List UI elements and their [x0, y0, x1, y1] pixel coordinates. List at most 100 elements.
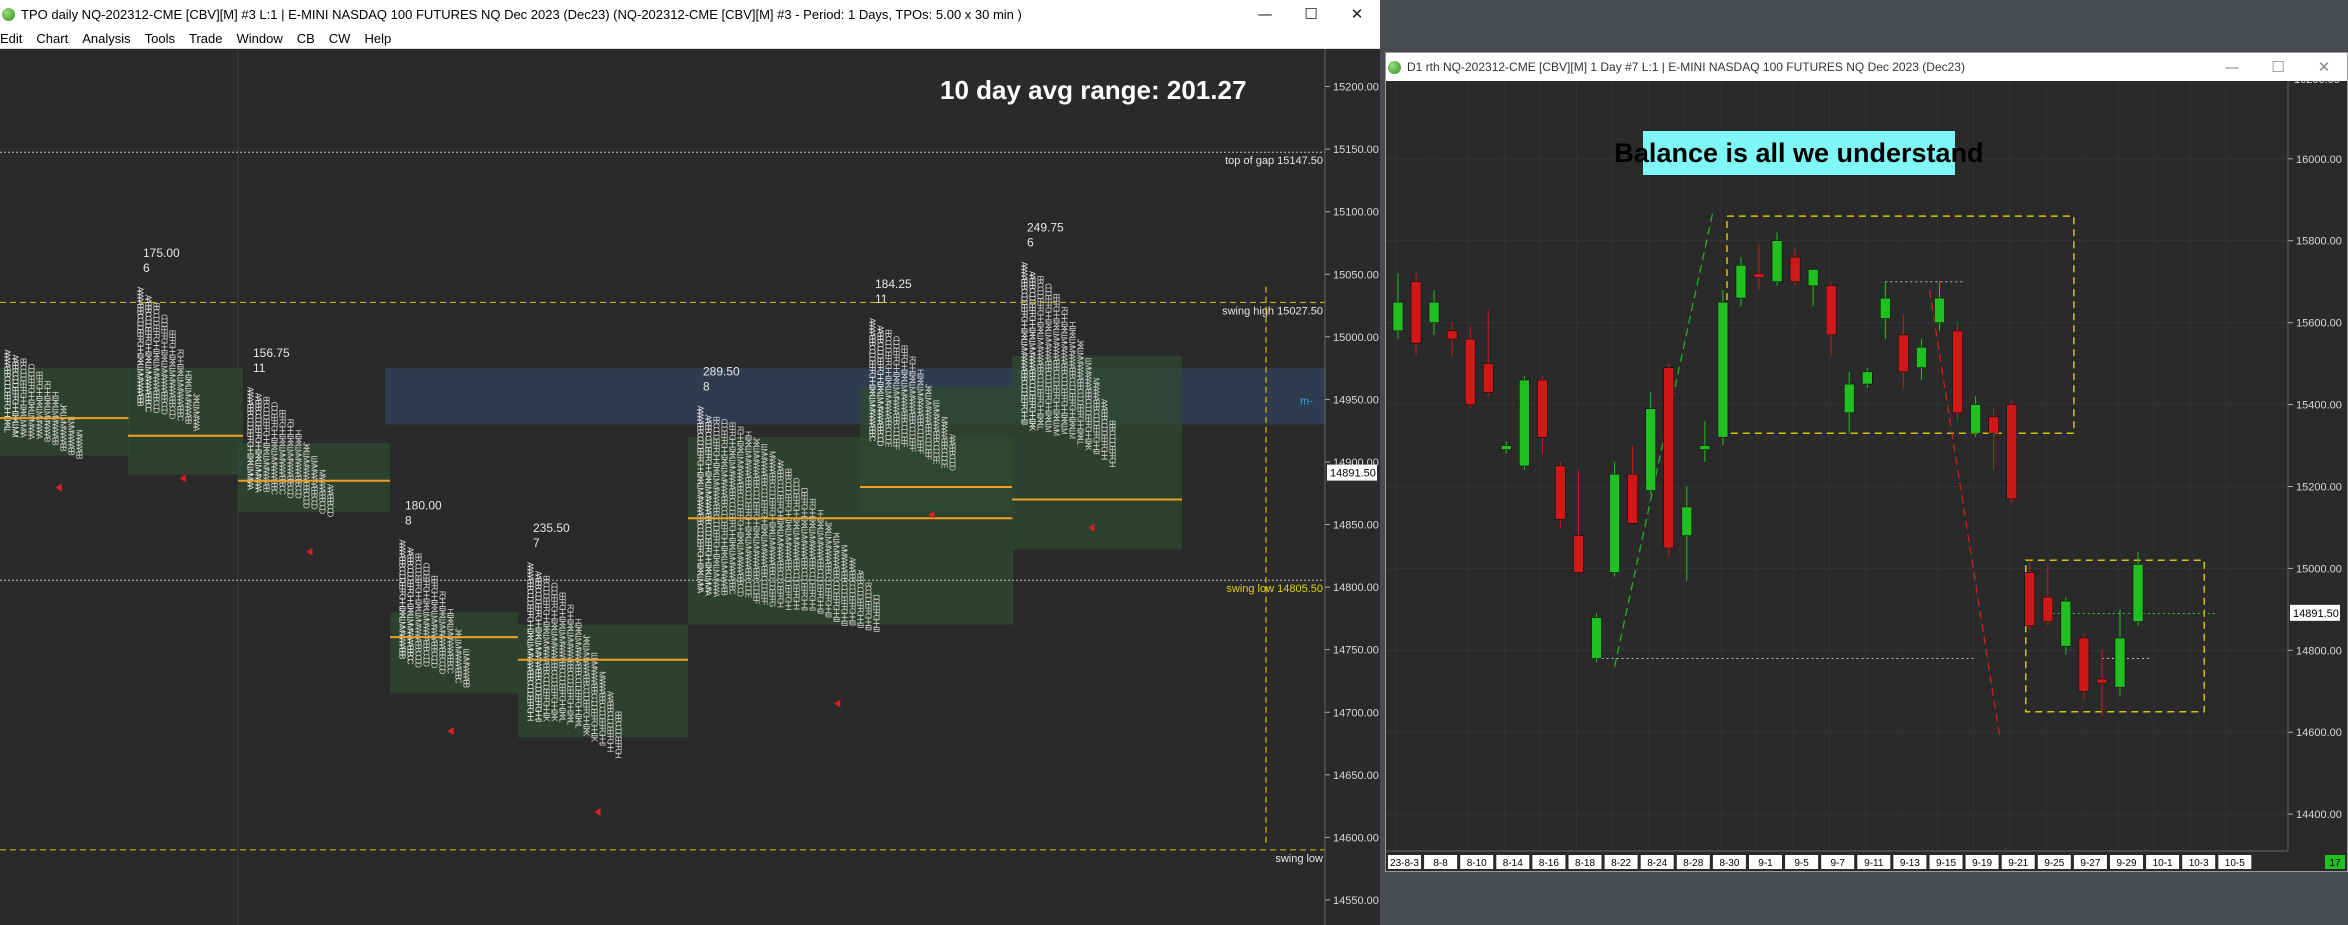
y-tick-label: 14400.00: [2296, 809, 2342, 821]
candle-body: [1482, 363, 1494, 393]
close-button[interactable]: ✕: [2301, 53, 2347, 81]
candle-body: [1681, 506, 1693, 536]
y-tick-label: 15150.00: [1333, 144, 1379, 156]
profile-range-label: 175.00: [143, 246, 180, 260]
candle-body: [1392, 301, 1404, 332]
tpo-chart-window[interactable]: TPO daily NQ-202312-CME [CBV][M] #3 L:1 …: [0, 0, 1380, 925]
candle-body: [1807, 269, 1819, 287]
current-price-label: 14891.50: [2293, 608, 2339, 620]
tpo-letters: LLMMAAAAABB: [462, 648, 471, 687]
candle-body: [1609, 473, 1620, 573]
menu-cw[interactable]: CW: [322, 31, 358, 46]
menu-help[interactable]: Help: [357, 31, 398, 46]
candle-body: [2078, 637, 2090, 692]
candle-body: [1934, 297, 1945, 323]
y-tick-label: 15200.00: [1333, 82, 1379, 94]
candlestick-chart[interactable]: Balance is all we understand 16200.00 1600…: [1386, 81, 2347, 871]
candle-body: [1952, 330, 1963, 414]
tpo-letters: BBBCCDDEEFFGH: [1108, 420, 1117, 468]
level-label: swing low: [1275, 853, 1323, 865]
menu-chart[interactable]: Chart: [29, 31, 75, 46]
y-tick-label: 14700.00: [1333, 707, 1379, 719]
tpo-chart[interactable]: AAAAABBBCCDDEEFFGHHIJJKKLL AABBBCCDDEEFFG…: [0, 49, 1380, 925]
menu-bar: Edit Chart Analysis Tools Trade Window C…: [0, 28, 1380, 49]
menu-edit[interactable]: Edit: [0, 31, 29, 46]
profile-count-label: 6: [143, 261, 150, 275]
y-tick-label: 15050.00: [1333, 269, 1379, 281]
menu-cb[interactable]: CB: [290, 31, 322, 46]
plot-background: [1386, 81, 2347, 871]
y-tick-label: 14800.00: [2296, 645, 2342, 657]
candle-body: [1717, 301, 1729, 438]
tpo-letters: DDEEFFGHHIJJ: [872, 594, 881, 632]
y-tick-label: 14750.00: [1333, 645, 1379, 657]
profile-range-label: 180.00: [405, 499, 442, 513]
title-bar[interactable]: D1 rth NQ-202312-CME [CBV][M] 1 Day #7 L…: [1386, 53, 2347, 81]
menu-trade[interactable]: Trade: [182, 31, 229, 46]
x-tick-label: 9-1: [1758, 858, 1773, 869]
candle-body: [1428, 301, 1440, 323]
candle-body: [2006, 404, 2018, 500]
candle-body: [1789, 256, 1801, 282]
app-icon: [2, 7, 15, 21]
candle-body: [1753, 273, 1765, 278]
tpo-letters: JKKLLMMAAAA: [192, 393, 201, 432]
profile-count-label: 7: [533, 536, 540, 550]
maximize-button[interactable]: ☐: [1288, 0, 1334, 28]
corner-badge-label: 17: [2329, 858, 2341, 869]
candle-body: [1464, 338, 1476, 405]
level-label: swing low 14805.50: [1226, 583, 1323, 595]
x-tick-label: 9-21: [2008, 858, 2028, 869]
y-tick-label: 16000.00: [2296, 154, 2342, 166]
minimize-button[interactable]: —: [2209, 53, 2255, 81]
x-tick-label: 9-11: [1864, 858, 1884, 869]
title-bar[interactable]: TPO daily NQ-202312-CME [CBV][M] #3 L:1 …: [0, 0, 1380, 28]
chart-title: Balance is all we understand: [1614, 138, 1983, 168]
x-tick-label: 10-3: [2189, 858, 2209, 869]
profile-count-label: 6: [1027, 236, 1034, 250]
x-tick-label: 23-8-3: [1390, 858, 1419, 869]
x-tick-label: 9-25: [2044, 858, 2064, 869]
x-tick-label: 8-16: [1539, 858, 1559, 869]
menu-window[interactable]: Window: [229, 31, 289, 46]
x-tick-label: 8-18: [1575, 858, 1595, 869]
tpo-letters: MAAAAABB: [75, 429, 84, 459]
y-tick-label: 14950.00: [1333, 394, 1379, 406]
tpo-letters: AAABBBCCD: [326, 484, 335, 518]
candle-body: [1970, 404, 1981, 434]
candle-body: [1537, 379, 1548, 438]
x-tick-label: 8-22: [1611, 858, 1631, 869]
candle-body: [2114, 637, 2126, 688]
candle-body: [1699, 445, 1711, 450]
x-tick-label: 9-13: [1900, 858, 1920, 869]
profile-count-label: 11: [875, 292, 888, 306]
y-tick-label: 15000.00: [1333, 332, 1379, 344]
tpo-letters: AAABBBCCDD: [948, 434, 957, 471]
y-tick-label: 15200.00: [2296, 481, 2342, 493]
menu-analysis[interactable]: Analysis: [75, 31, 137, 46]
close-button[interactable]: ✕: [1334, 0, 1380, 28]
x-tick-label: 8-10: [1467, 858, 1487, 869]
x-tick-label: 8-14: [1503, 858, 1523, 869]
candle-body: [1663, 367, 1675, 549]
current-price-label: 14891.50: [1330, 468, 1376, 480]
y-tick-label: 14600.00: [1333, 832, 1379, 844]
candlestick-chart-window[interactable]: D1 rth NQ-202312-CME [CBV][M] 1 Day #7 L…: [1385, 52, 2348, 872]
menu-tools[interactable]: Tools: [138, 31, 182, 46]
minimize-button[interactable]: —: [1242, 0, 1288, 28]
candle-body: [1771, 240, 1783, 282]
side-label: m-: [1300, 395, 1313, 407]
y-tick-label: 14550.00: [1333, 895, 1379, 907]
y-tick-label: 15800.00: [2296, 236, 2342, 248]
x-tick-label: 8-8: [1433, 858, 1448, 869]
candle-body: [2096, 678, 2108, 684]
profile-range-label: 249.75: [1027, 221, 1064, 235]
x-tick-label: 9-19: [1972, 858, 1992, 869]
x-tick-label: 9-5: [1794, 858, 1809, 869]
y-tick-label: 16200.00: [2294, 81, 2340, 86]
y-tick-label: 15600.00: [2296, 318, 2342, 330]
maximize-button[interactable]: ☐: [2255, 53, 2301, 81]
window-title: TPO daily NQ-202312-CME [CBV][M] #3 L:1 …: [21, 6, 1022, 22]
candle-body: [2132, 563, 2144, 622]
level-label: top of gap 15147.50: [1225, 155, 1323, 167]
